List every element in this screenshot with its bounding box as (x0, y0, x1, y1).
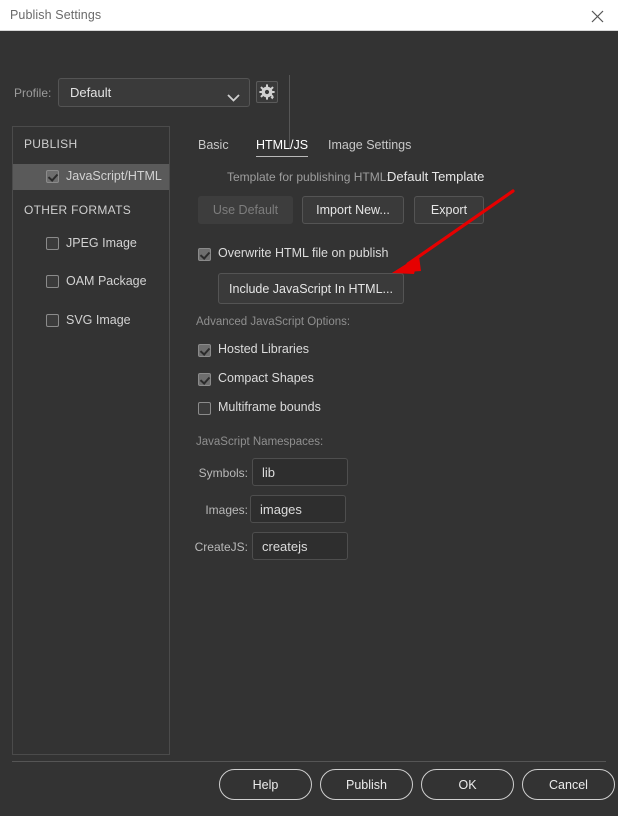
createjs-label: CreateJS: (194, 540, 248, 554)
html-js-settings-panel: Basic HTML/JS Image Settings Template fo… (190, 126, 608, 755)
sidebar-group-publish-heading: PUBLISH (24, 137, 78, 151)
compact-shapes-checkbox[interactable] (198, 373, 211, 389)
include-javascript-in-html-button[interactable]: Include JavaScript In HTML... (218, 273, 404, 304)
close-icon (591, 10, 604, 23)
hosted-libraries-label: Hosted Libraries (218, 342, 310, 356)
sidebar-item-oam-package[interactable]: OAM Package (13, 269, 169, 295)
sidebar-item-checkbox[interactable] (46, 170, 59, 188)
namespaces-label: JavaScript Namespaces: (196, 436, 324, 448)
multiframe-bounds-label: Multiframe bounds (218, 400, 321, 414)
publish-button[interactable]: Publish (320, 769, 413, 800)
template-value: Default Template (387, 169, 485, 184)
use-default-button[interactable]: Use Default (198, 196, 293, 224)
import-new-button[interactable]: Import New... (302, 196, 404, 224)
tab-basic[interactable]: Basic (198, 138, 229, 156)
images-label: Images: (205, 503, 248, 517)
hosted-libraries-checkbox[interactable] (198, 344, 211, 360)
profile-select-value: Default (70, 85, 112, 100)
sidebar-item-svg-image[interactable]: SVG Image (13, 308, 169, 334)
chevron-down-icon (227, 89, 240, 107)
sidebar-item-label: OAM Package (66, 274, 147, 288)
advanced-options-label: Advanced JavaScript Options: (196, 316, 351, 328)
profile-label: Profile: (14, 86, 52, 100)
sidebar-item-jpeg-image[interactable]: JPEG Image (13, 231, 169, 257)
template-label: Template for publishing HTML: (227, 170, 390, 184)
close-button[interactable] (576, 0, 618, 30)
profile-row: Profile: Default (0, 31, 618, 148)
sidebar-item-label: JavaScript/HTML (66, 169, 162, 183)
gear-icon (259, 84, 275, 100)
footer-divider (12, 761, 606, 762)
cancel-button[interactable]: Cancel (522, 769, 615, 800)
export-button[interactable]: Export (414, 196, 484, 224)
sidebar-item-label: JPEG Image (66, 236, 137, 250)
symbols-input[interactable]: lib (252, 458, 348, 486)
profile-select[interactable]: Default (58, 78, 250, 107)
profile-options-button[interactable] (256, 81, 278, 103)
help-button[interactable]: Help (219, 769, 312, 800)
window-bottom-edge (0, 816, 618, 824)
symbols-label: Symbols: (198, 466, 248, 480)
compact-shapes-label: Compact Shapes (218, 371, 314, 385)
symbols-input-value: lib (262, 465, 276, 480)
sidebar-group-other-formats-heading: OTHER FORMATS (24, 203, 132, 217)
window-title: Publish Settings (10, 8, 102, 22)
createjs-input-value: createjs (262, 539, 308, 554)
tab-image-settings[interactable]: Image Settings (328, 138, 411, 156)
sidebar-item-checkbox[interactable] (46, 237, 59, 255)
overwrite-html-checkbox[interactable] (198, 248, 211, 264)
images-input-value: images (260, 502, 302, 517)
sidebar-item-label: SVG Image (66, 313, 131, 327)
formats-sidebar: PUBLISH JavaScript/HTML OTHER FORMATS JP… (12, 126, 170, 755)
ok-button[interactable]: OK (421, 769, 514, 800)
images-input[interactable]: images (250, 495, 346, 523)
sidebar-item-checkbox[interactable] (46, 275, 59, 293)
createjs-input[interactable]: createjs (252, 532, 348, 560)
title-bar: Publish Settings (0, 0, 618, 31)
sidebar-item-javascript-html[interactable]: JavaScript/HTML (13, 164, 169, 190)
sidebar-item-checkbox[interactable] (46, 314, 59, 332)
multiframe-bounds-checkbox[interactable] (198, 402, 211, 418)
publish-settings-dialog: Publish Settings Profile: Default PUBLIS… (0, 0, 618, 824)
overwrite-html-label: Overwrite HTML file on publish (218, 246, 389, 260)
tab-html-js[interactable]: HTML/JS (256, 138, 309, 157)
